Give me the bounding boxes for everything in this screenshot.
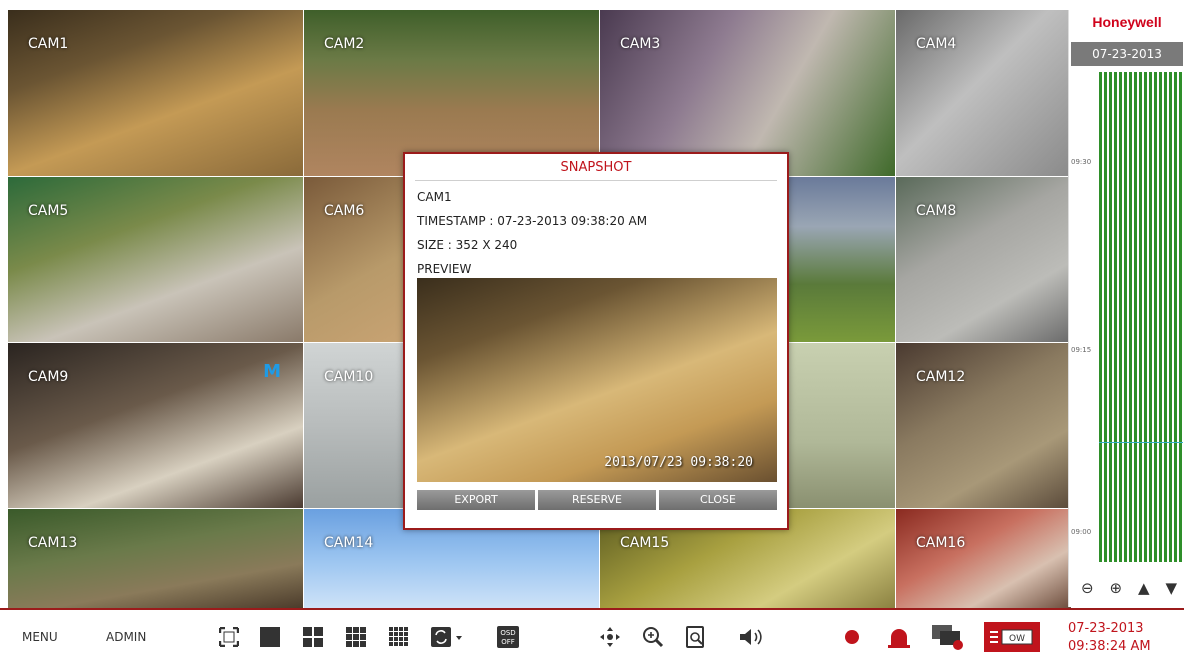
search-playback-icon[interactable] bbox=[684, 626, 708, 648]
zoom-icon[interactable] bbox=[641, 626, 665, 648]
camera-tile-13[interactable]: CAM13 bbox=[8, 509, 303, 609]
layout-16-icon[interactable] bbox=[387, 626, 411, 648]
osd-off-icon[interactable]: OSD OFF bbox=[496, 626, 520, 648]
timeline-tick: 09:00 bbox=[1071, 528, 1092, 536]
sequence-icon[interactable] bbox=[430, 626, 466, 648]
system-time: 09:38:24 AM bbox=[1068, 639, 1151, 654]
camera-label: CAM8 bbox=[916, 203, 957, 219]
camera-label: CAM1 bbox=[28, 36, 69, 52]
reserve-button[interactable]: RESERVE bbox=[538, 490, 656, 510]
camera-label: CAM6 bbox=[324, 203, 365, 219]
camera-label: CAM16 bbox=[916, 535, 966, 551]
camera-label: CAM2 bbox=[324, 36, 365, 52]
camera-label: CAM3 bbox=[620, 36, 661, 52]
camera-label: CAM12 bbox=[916, 369, 966, 385]
camera-label: CAM4 bbox=[916, 36, 957, 52]
svg-text:OW: OW bbox=[1009, 634, 1025, 644]
preview-label: PREVIEW bbox=[417, 262, 472, 276]
motion-marker: M bbox=[263, 361, 281, 382]
zoom-in-icon[interactable]: ⊕ bbox=[1109, 579, 1122, 597]
timeline-panel: Honeywell 07-23-2013 09:30 09:15 09:00 ⊖… bbox=[1068, 10, 1184, 607]
camera-tile-12[interactable]: CAM12 bbox=[896, 343, 1071, 508]
fullscreen-icon[interactable] bbox=[217, 626, 241, 648]
camera-label: CAM5 bbox=[28, 203, 69, 219]
arrow-up-icon[interactable]: ▲ bbox=[1138, 579, 1150, 597]
snapshot-timestamp: TIMESTAMP : 07-23-2013 09:38:20 AM bbox=[417, 214, 648, 228]
camera-label: CAM10 bbox=[324, 369, 374, 385]
camera-tile-5[interactable]: CAM5 bbox=[8, 177, 303, 342]
svg-text:OFF: OFF bbox=[501, 638, 515, 646]
layout-1-icon[interactable] bbox=[258, 626, 282, 648]
record-icon[interactable] bbox=[840, 626, 864, 648]
camera-label: CAM13 bbox=[28, 535, 78, 551]
timeline-tick: 09:15 bbox=[1071, 346, 1092, 354]
camera-tile-9[interactable]: CAM9 M bbox=[8, 343, 303, 508]
camera-tile-8[interactable]: CAM8 bbox=[896, 177, 1071, 342]
network-icon[interactable] bbox=[930, 625, 966, 650]
timeline-controls: ⊖ ⊕ ▲ ▼ bbox=[1073, 576, 1184, 600]
camera-label: CAM15 bbox=[620, 535, 670, 551]
dialog-divider bbox=[415, 180, 777, 181]
camera-tile-16[interactable]: CAM16 bbox=[896, 509, 1071, 609]
camera-tile-1[interactable]: CAM1 bbox=[8, 10, 303, 176]
storage-icon[interactable]: OW bbox=[984, 622, 1040, 652]
system-date: 07-23-2013 bbox=[1068, 621, 1144, 636]
layout-4-icon[interactable] bbox=[301, 626, 325, 648]
snapshot-camera: CAM1 bbox=[417, 190, 452, 204]
menu-button[interactable]: MENU bbox=[22, 630, 58, 644]
bottom-toolbar: MENU ADMIN OSD OFF OW 07-23-2013 09:38:2… bbox=[0, 608, 1184, 666]
brand-logo: Honeywell bbox=[1092, 14, 1162, 30]
snapshot-size: SIZE : 352 X 240 bbox=[417, 238, 518, 252]
timeline-cursor[interactable] bbox=[1099, 442, 1183, 443]
layout-9-icon[interactable] bbox=[344, 626, 368, 648]
admin-button[interactable]: ADMIN bbox=[106, 630, 146, 644]
dialog-title: SNAPSHOT bbox=[560, 160, 632, 175]
arrow-down-icon[interactable]: ▼ bbox=[1165, 579, 1177, 597]
svg-text:OSD: OSD bbox=[500, 629, 515, 637]
zoom-out-icon[interactable]: ⊖ bbox=[1081, 579, 1094, 597]
timeline-bars[interactable] bbox=[1099, 72, 1183, 562]
snapshot-preview: 2013/07/23 09:38:20 bbox=[417, 278, 777, 482]
preview-timestamp-overlay: 2013/07/23 09:38:20 bbox=[604, 455, 753, 470]
timeline-date[interactable]: 07-23-2013 bbox=[1071, 42, 1183, 66]
camera-label: CAM9 bbox=[28, 369, 69, 385]
close-button[interactable]: CLOSE bbox=[659, 490, 777, 510]
camera-tile-4[interactable]: CAM4 bbox=[896, 10, 1071, 176]
camera-label: CAM14 bbox=[324, 535, 374, 551]
alarm-icon[interactable] bbox=[884, 626, 914, 648]
system-datetime: 07-23-2013 09:38:24 AM bbox=[1068, 620, 1151, 656]
snapshot-dialog: SNAPSHOT CAM1 TIMESTAMP : 07-23-2013 09:… bbox=[403, 152, 789, 530]
timeline-tick: 09:30 bbox=[1071, 158, 1092, 166]
dialog-buttons: EXPORT RESERVE CLOSE bbox=[417, 490, 777, 510]
ptz-move-icon[interactable] bbox=[598, 626, 622, 648]
dvr-screen: CAM1 CAM2 CAM3 CAM4 CAM5 CAM6 CAM8 CAM9 M… bbox=[0, 0, 1184, 666]
audio-icon[interactable] bbox=[738, 626, 768, 648]
export-button[interactable]: EXPORT bbox=[417, 490, 535, 510]
